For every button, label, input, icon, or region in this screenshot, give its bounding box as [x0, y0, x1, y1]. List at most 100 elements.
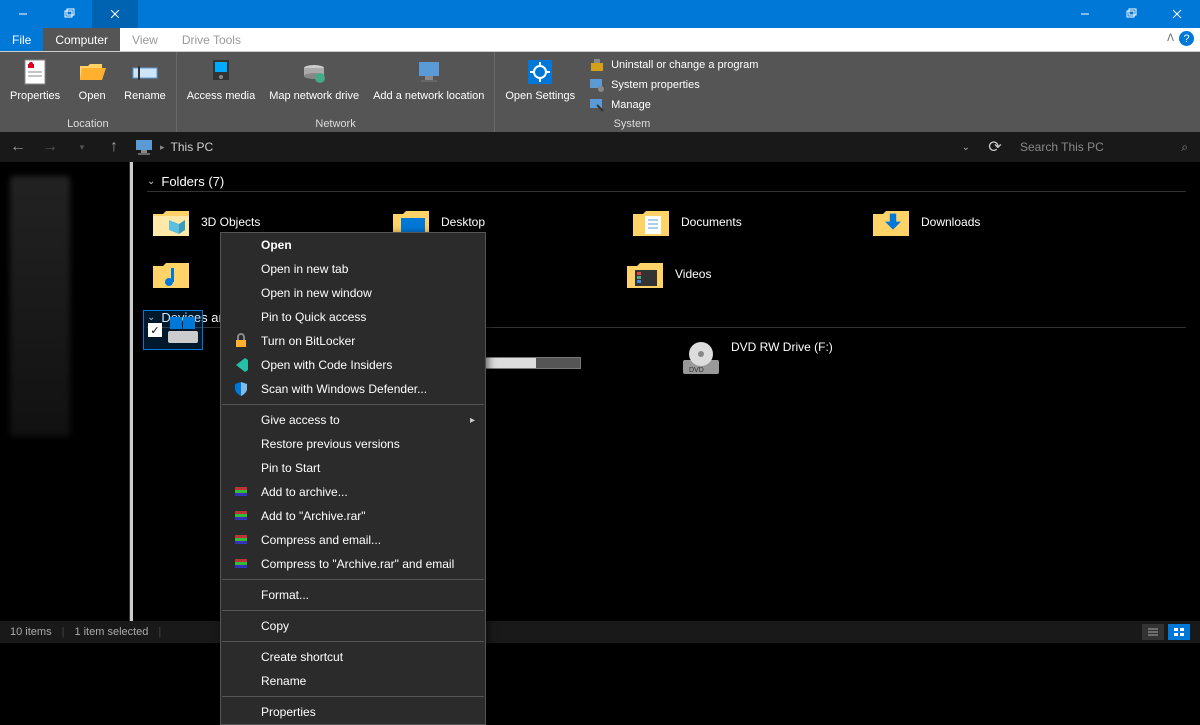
open-button[interactable]: Open [70, 54, 114, 116]
cm-rename[interactable]: Rename [221, 669, 485, 693]
checkbox-icon[interactable]: ✓ [148, 323, 162, 337]
section-folders[interactable]: ⌄ Folders (7) [147, 174, 1186, 192]
nav-tree-obscured [10, 176, 70, 436]
ribbon: Properties Open Rename Location Access m… [0, 52, 1200, 132]
winrar-icon [233, 532, 249, 548]
open-settings-button[interactable]: Open Settings [501, 54, 579, 116]
cm-format[interactable]: Format... [221, 583, 485, 607]
cm-pin-quick-access[interactable]: Pin to Quick access [221, 305, 485, 329]
main-area: ⌄ Folders (7) 3D Objects Desktop Documen… [0, 162, 1200, 621]
status-item-count: 10 items [10, 626, 52, 638]
group-label-location: Location [6, 116, 170, 130]
folder-downloads[interactable]: Downloads [867, 200, 1067, 244]
address-dropdown-icon[interactable]: ⌄ [962, 142, 976, 153]
cm-add-archive-rar[interactable]: Add to "Archive.rar" [221, 504, 485, 528]
cm-separator [222, 641, 484, 642]
titlebar-restore-left[interactable] [46, 0, 92, 28]
cm-code-insiders[interactable]: Open with Code Insiders [221, 353, 485, 377]
folder-label: Desktop [441, 215, 485, 229]
folder-music[interactable] [147, 252, 227, 296]
breadcrumb-this-pc[interactable]: This PC [171, 140, 214, 154]
tab-view[interactable]: View [120, 28, 170, 51]
window-minimize-button[interactable] [1062, 0, 1108, 28]
rename-label: Rename [124, 90, 166, 102]
folder-label: Documents [681, 215, 742, 229]
add-location-button[interactable]: Add a network location [369, 54, 488, 116]
ribbon-tabbar: File Computer View Drive Tools ᐱ ? [0, 28, 1200, 52]
nav-up-button[interactable]: ↑ [102, 135, 126, 159]
view-details-button[interactable] [1142, 624, 1164, 640]
cm-properties[interactable]: Properties [221, 700, 485, 724]
refresh-button[interactable]: ⟳ [984, 137, 1006, 157]
chevron-right-icon: ▸ [470, 415, 475, 426]
manage-label: Manage [611, 99, 651, 111]
map-drive-button[interactable]: Map network drive [265, 54, 363, 116]
status-selected-count: 1 item selected [74, 626, 148, 638]
cm-bitlocker[interactable]: Turn on BitLocker [221, 329, 485, 353]
ribbon-collapse-icon[interactable]: ᐱ [1167, 33, 1174, 44]
add-location-label: Add a network location [373, 90, 484, 102]
cm-open[interactable]: Open [221, 233, 485, 257]
cm-separator [222, 404, 484, 405]
properties-button[interactable]: Properties [6, 54, 64, 116]
titlebar-minimize-left[interactable] [0, 0, 46, 28]
winrar-icon [233, 508, 249, 524]
shield-icon [233, 381, 249, 397]
help-icon[interactable]: ? [1179, 31, 1194, 46]
system-props-label: System properties [611, 79, 700, 91]
properties-label: Properties [10, 90, 60, 102]
cm-give-access[interactable]: Give access to▸ [221, 408, 485, 432]
cm-pin-start[interactable]: Pin to Start [221, 456, 485, 480]
cm-copy[interactable]: Copy [221, 614, 485, 638]
breadcrumb-chevron-icon[interactable]: ▸ [160, 142, 165, 153]
ribbon-group-network: Access media Map network drive Add a net… [177, 52, 496, 132]
cm-restore[interactable]: Restore previous versions [221, 432, 485, 456]
rename-button[interactable]: Rename [120, 54, 170, 116]
tab-file[interactable]: File [0, 28, 43, 51]
group-label-system: System [501, 116, 762, 130]
nav-forward-button[interactable]: → [38, 135, 62, 159]
cm-separator [222, 696, 484, 697]
uninstall-button[interactable]: Uninstall or change a program [585, 57, 762, 73]
titlebar-close-left[interactable] [92, 0, 138, 28]
folder-videos[interactable]: Videos [621, 252, 821, 296]
address-box[interactable]: ▸ This PC ⌄ [134, 136, 976, 158]
winrar-icon [233, 484, 249, 500]
status-separator: | [62, 626, 65, 638]
cm-create-shortcut[interactable]: Create shortcut [221, 645, 485, 669]
access-media-button[interactable]: Access media [183, 54, 259, 116]
navigation-pane[interactable] [0, 162, 130, 621]
drive-dvd[interactable]: DVD DVD RW Drive (F:) [677, 336, 897, 390]
nav-back-button[interactable]: ← [6, 135, 30, 159]
cm-compress-rar-email[interactable]: Compress to "Archive.rar" and email [221, 552, 485, 576]
tab-computer[interactable]: Computer [43, 28, 120, 51]
cm-compress-email[interactable]: Compress and email... [221, 528, 485, 552]
drive-selected[interactable]: ✓ [143, 310, 203, 350]
search-input[interactable]: Search This PC ⌕ [1014, 136, 1194, 158]
tab-drive-tools[interactable]: Drive Tools [170, 28, 253, 51]
winrar-icon [233, 556, 249, 572]
map-drive-label: Map network drive [269, 90, 359, 102]
manage-button[interactable]: Manage [585, 97, 762, 113]
cm-separator [222, 579, 484, 580]
cm-defender[interactable]: Scan with Windows Defender... [221, 377, 485, 401]
status-separator: | [158, 626, 161, 638]
folder-label: Videos [675, 267, 711, 281]
section-folders-label: Folders (7) [161, 174, 224, 189]
status-bar: 10 items | 1 item selected | [0, 621, 1200, 643]
bitlocker-icon [233, 333, 249, 349]
open-label: Open [79, 90, 106, 102]
window-maximize-button[interactable] [1108, 0, 1154, 28]
cm-separator [222, 610, 484, 611]
svg-text:DVD: DVD [689, 367, 704, 374]
cm-open-tab[interactable]: Open in new tab [221, 257, 485, 281]
window-close-button[interactable] [1154, 0, 1200, 28]
folder-label: Downloads [921, 215, 980, 229]
cm-open-window[interactable]: Open in new window [221, 281, 485, 305]
cm-add-archive[interactable]: Add to archive... [221, 480, 485, 504]
titlebar [0, 0, 1200, 28]
view-icons-button[interactable] [1168, 624, 1190, 640]
nav-recent-dropdown[interactable]: ▾ [70, 135, 94, 159]
folder-documents[interactable]: Documents [627, 200, 827, 244]
system-props-button[interactable]: System properties [585, 77, 762, 93]
